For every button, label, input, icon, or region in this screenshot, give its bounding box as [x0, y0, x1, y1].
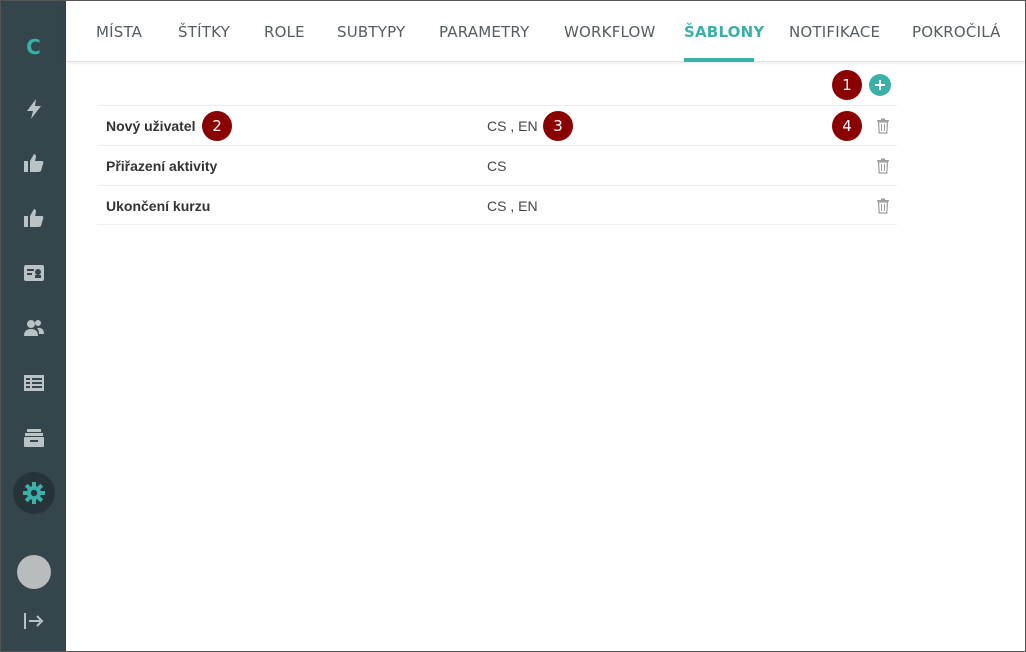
plus-icon	[875, 80, 885, 90]
tab-parametry[interactable]: PARAMETRY	[439, 1, 529, 62]
archive-icon[interactable]	[13, 417, 55, 459]
tab-role[interactable]: ROLE	[264, 1, 305, 62]
trash-icon[interactable]	[876, 118, 890, 134]
annotation-marker-3: 3	[543, 111, 573, 141]
active-tab-indicator	[684, 58, 754, 62]
template-name[interactable]: Přiřazení aktivity	[106, 146, 217, 186]
users-icon[interactable]	[13, 307, 55, 349]
tab-mista[interactable]: MÍSTA	[96, 1, 142, 62]
tab-stitky[interactable]: ŠTÍTKY	[178, 1, 230, 62]
thumbs-up-icon[interactable]	[13, 142, 55, 184]
tab-notifikace[interactable]: NOTIFIKACE	[789, 1, 880, 62]
trash-icon[interactable]	[876, 198, 890, 214]
trash-icon[interactable]	[876, 158, 890, 174]
bolt-icon[interactable]	[13, 88, 55, 130]
app-window: C MÍSTA ŠTÍTKY ROLE SUBTYPY PARAMETRY WO…	[0, 0, 1026, 652]
template-languages: CS , EN	[487, 198, 538, 214]
annotation-marker-4: 4	[832, 111, 862, 141]
tab-pokrocila[interactable]: POKROČILÁ	[912, 1, 1001, 62]
annotation-marker-2: 2	[202, 111, 232, 141]
sidebar: C	[1, 1, 66, 651]
thumbs-up-icon[interactable]	[13, 197, 55, 239]
template-languages: CS , EN	[487, 118, 538, 134]
tab-sablony[interactable]: ŠABLONY	[684, 1, 764, 62]
template-name[interactable]: Nový uživatel	[106, 106, 195, 146]
tab-subtypy[interactable]: SUBTYPY	[337, 1, 405, 62]
gear-icon[interactable]	[13, 472, 55, 514]
logout-icon[interactable]	[13, 600, 55, 642]
template-name[interactable]: Ukončení kurzu	[106, 186, 210, 226]
table-icon[interactable]	[13, 362, 55, 404]
app-logo[interactable]: C	[1, 29, 66, 65]
template-languages: CS	[487, 158, 507, 174]
avatar[interactable]	[17, 555, 51, 589]
table-row[interactable]: Přiřazení aktivity CS	[97, 145, 897, 185]
annotation-marker-1: 1	[832, 70, 862, 100]
table-row[interactable]: Ukončení kurzu CS , EN	[97, 185, 897, 225]
id-card-icon[interactable]	[13, 252, 55, 294]
add-template-button[interactable]	[869, 74, 891, 96]
tab-workflow[interactable]: WORKFLOW	[564, 1, 656, 62]
